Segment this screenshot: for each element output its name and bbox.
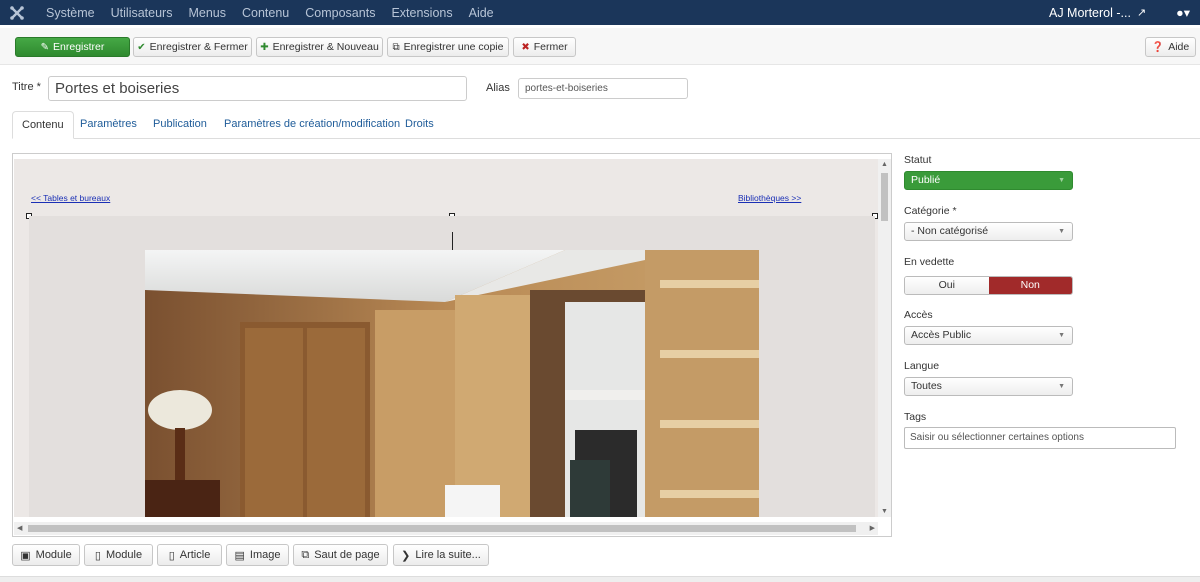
editor-content-area[interactable]: << Tables et bureaux Bibliothèques >> bbox=[14, 159, 879, 517]
save-close-label: Enregistrer & Fermer bbox=[149, 41, 248, 53]
language-caret-icon: ▼ bbox=[1058, 383, 1065, 390]
external-link-icon[interactable]: ↗ bbox=[1137, 6, 1146, 19]
tags-input[interactable]: Saisir ou sélectionner certaines options bbox=[904, 427, 1176, 449]
save-close-button[interactable]: ✔ Enregistrer & Fermer bbox=[133, 37, 252, 57]
save-copy-button[interactable]: ⧉ Enregistrer une copie bbox=[387, 37, 509, 57]
close-label: Fermer bbox=[533, 41, 568, 53]
featured-yes-button[interactable]: Oui bbox=[905, 277, 989, 294]
user-menu-icon[interactable]: ●▾ bbox=[1176, 5, 1190, 20]
featured-label: En vedette bbox=[904, 256, 955, 268]
insert-article-label: Article bbox=[179, 549, 211, 561]
horizontal-scroll-thumb[interactable] bbox=[28, 525, 856, 532]
close-circle-icon: ✖ bbox=[521, 41, 530, 53]
alias-input[interactable]: portes-et-boiseries bbox=[518, 78, 688, 99]
language-label: Langue bbox=[904, 360, 940, 372]
toolbar: ✎ Enregistrer ✔ Enregistrer & Fermer ✚ E… bbox=[0, 28, 1200, 65]
tags-label: Tags bbox=[904, 411, 927, 423]
access-label: Accès bbox=[904, 309, 933, 321]
menu-contenu[interactable]: Contenu bbox=[242, 6, 289, 20]
room-photo-image[interactable] bbox=[145, 250, 759, 517]
vertical-scrollbar[interactable]: ▲ ▼ bbox=[878, 159, 891, 517]
menu-utilisateurs[interactable]: Utilisateurs bbox=[111, 6, 173, 20]
menu-menus[interactable]: Menus bbox=[188, 6, 226, 20]
access-caret-icon: ▼ bbox=[1058, 332, 1065, 339]
insert-image-label: Image bbox=[249, 549, 281, 561]
category-label: Catégorie * bbox=[904, 205, 957, 217]
status-select[interactable]: Publié ▼ bbox=[904, 171, 1073, 190]
menu-aide[interactable]: Aide bbox=[469, 6, 494, 20]
close-button[interactable]: ✖ Fermer bbox=[513, 37, 576, 57]
save-label: Enregistrer bbox=[53, 41, 105, 53]
tab-publication[interactable]: Publication bbox=[153, 111, 207, 139]
joomla-logo-icon[interactable] bbox=[0, 0, 34, 25]
category-value: - Non catégorisé bbox=[911, 225, 989, 237]
tab-bar: Contenu Paramètres Publication Paramètre… bbox=[12, 111, 1200, 139]
menu-composants[interactable]: Composants bbox=[305, 6, 375, 20]
horizontal-scrollbar[interactable]: ◀ ▶ bbox=[14, 522, 878, 535]
language-value: Toutes bbox=[911, 380, 942, 392]
menu-systeme[interactable]: Système bbox=[46, 6, 95, 20]
article-file-icon: ▯ bbox=[168, 549, 175, 562]
featured-toggle[interactable]: Oui Non bbox=[904, 276, 1073, 295]
access-select[interactable]: Accès Public ▼ bbox=[904, 326, 1073, 345]
menu-extensions[interactable]: Extensions bbox=[391, 6, 452, 20]
help-button[interactable]: ❓ Aide bbox=[1145, 37, 1196, 57]
title-input[interactable]: Portes et boiseries bbox=[48, 76, 467, 101]
status-caret-icon: ▼ bbox=[1058, 177, 1065, 184]
top-navbar: Système Utilisateurs Menus Contenu Compo… bbox=[0, 0, 1200, 25]
read-more-button[interactable]: ❯ Lire la suite... bbox=[393, 544, 489, 566]
plus-icon: ✚ bbox=[260, 41, 269, 53]
save-new-label: Enregistrer & Nouveau bbox=[272, 41, 379, 53]
tab-contenu[interactable]: Contenu bbox=[12, 111, 74, 139]
module-icon: ▣ bbox=[20, 549, 31, 562]
insert-image-button[interactable]: ▤ Image bbox=[226, 544, 289, 566]
image-icon: ▤ bbox=[234, 549, 245, 562]
page-break-button[interactable]: ⧉ Saut de page bbox=[293, 544, 388, 566]
scroll-down-arrow-icon[interactable]: ▼ bbox=[881, 508, 888, 515]
insert-module-position-label: Module bbox=[105, 549, 143, 561]
check-icon: ✔ bbox=[137, 41, 146, 53]
question-icon: ❓ bbox=[1151, 41, 1165, 53]
tab-parametres-creation[interactable]: Paramètres de création/modification bbox=[224, 111, 400, 139]
read-more-label: Lire la suite... bbox=[415, 549, 481, 561]
insert-module-button[interactable]: ▣ Module bbox=[12, 544, 80, 566]
save-copy-label: Enregistrer une copie bbox=[403, 41, 504, 53]
footer-bar bbox=[0, 576, 1200, 582]
category-select[interactable]: - Non catégorisé ▼ bbox=[904, 222, 1073, 241]
status-label: Statut bbox=[904, 154, 932, 166]
scroll-up-arrow-icon[interactable]: ▲ bbox=[881, 161, 888, 168]
save-button[interactable]: ✎ Enregistrer bbox=[15, 37, 130, 57]
status-value: Publié bbox=[911, 174, 941, 186]
next-article-link[interactable]: Bibliothèques >> bbox=[738, 193, 801, 203]
copy-icon: ⧉ bbox=[392, 41, 400, 53]
language-select[interactable]: Toutes ▼ bbox=[904, 377, 1073, 396]
insert-article-button[interactable]: ▯ Article bbox=[157, 544, 222, 566]
copy-icon: ⧉ bbox=[301, 548, 310, 561]
featured-no-button[interactable]: Non bbox=[988, 277, 1072, 294]
edit-icon: ✎ bbox=[40, 41, 50, 53]
scroll-left-arrow-icon[interactable]: ◀ bbox=[17, 524, 22, 532]
insert-module-label: Module bbox=[35, 549, 72, 561]
vertical-scroll-thumb[interactable] bbox=[881, 173, 888, 221]
text-cursor bbox=[452, 232, 453, 250]
help-label: Aide bbox=[1168, 41, 1190, 53]
access-value: Accès Public bbox=[911, 329, 972, 341]
page-break-label: Saut de page bbox=[314, 549, 380, 561]
category-caret-icon: ▼ bbox=[1058, 228, 1065, 235]
tab-parametres[interactable]: Paramètres bbox=[80, 111, 137, 139]
prev-article-link[interactable]: << Tables et bureaux bbox=[31, 193, 110, 203]
tab-droits[interactable]: Droits bbox=[405, 111, 434, 139]
site-name-link[interactable]: AJ Morterol -... bbox=[1049, 6, 1131, 20]
scroll-right-arrow-icon[interactable]: ▶ bbox=[870, 524, 875, 532]
save-new-button[interactable]: ✚ Enregistrer & Nouveau bbox=[256, 37, 383, 57]
content-editor[interactable]: << Tables et bureaux Bibliothèques >> ▲ … bbox=[12, 153, 892, 537]
alias-label: Alias bbox=[486, 82, 510, 94]
insert-module-position-button[interactable]: ▯ Module bbox=[84, 544, 153, 566]
chevron-down-icon: ❯ bbox=[401, 549, 411, 562]
title-label: Titre * bbox=[12, 81, 41, 93]
file-icon: ▯ bbox=[94, 549, 101, 562]
